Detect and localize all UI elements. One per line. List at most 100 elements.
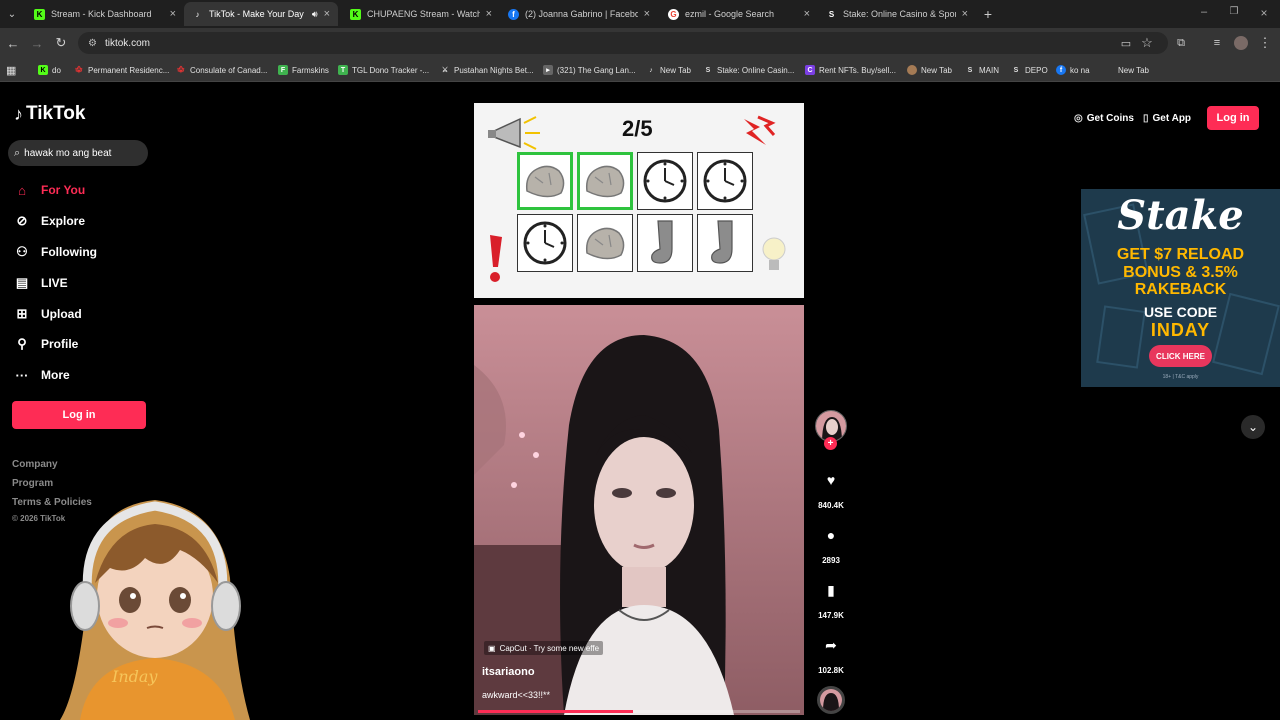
tab-tiktok[interactable]: ♪ TikTok - Make Your Day 🔊︎ × <box>184 2 338 26</box>
sock-icon <box>711 220 733 264</box>
apps-grid-icon[interactable]: ▦ <box>6 63 16 77</box>
close-icon[interactable]: × <box>170 8 176 20</box>
maximize-button[interactable]: ❐ <box>1226 6 1242 22</box>
bookmark-item[interactable]: 🍁︎ Consulate of Canad... <box>176 63 268 77</box>
next-video-chevron-down-icon[interactable]: ⌄ <box>1241 415 1265 439</box>
game-card-clock[interactable] <box>517 214 573 272</box>
speaker-icon[interactable]: 🔊︎ <box>312 9 318 20</box>
clock-icon <box>703 159 747 203</box>
game-card-rock[interactable] <box>517 152 573 210</box>
like-button[interactable]: ♥ 840.4K <box>815 465 847 510</box>
bookmark-item[interactable]: ⚔ Pustahan Nights Bet... <box>440 63 534 77</box>
ad-headline-2: BONUS & 3.5% <box>1123 264 1238 281</box>
close-icon[interactable]: × <box>324 8 330 20</box>
bookmark-star-icon[interactable]: ☆ <box>1138 34 1156 52</box>
bookmark-label: New Tab <box>660 65 691 75</box>
get-app-button[interactable]: ▯ Get App <box>1143 109 1191 127</box>
bookmark-item[interactable]: F Farmskins <box>278 63 329 77</box>
bookmark-item[interactable]: C Rent NFTs. Buy/sell... <box>805 63 896 77</box>
tiktok-logo[interactable]: ♪ TikTok <box>14 103 85 125</box>
tab-kick-dashboard[interactable]: K Stream - Kick Dashboard × <box>26 2 184 26</box>
nav-explore[interactable]: ⊘ Explore <box>14 211 85 231</box>
url-text: tiktok.com <box>104 37 150 49</box>
bookmark-item[interactable]: 🍁︎ Permanent Residenc... <box>74 63 170 77</box>
game-card-sock[interactable] <box>637 214 693 272</box>
site-info-icon[interactable]: ⚙ <box>88 38 97 49</box>
tab-google-search[interactable]: G ezmil - Google Search × <box>660 2 818 26</box>
share-count: 102.8K <box>818 666 844 675</box>
address-bar[interactable]: ⚙ tiktok.com <box>78 32 1168 54</box>
tab-stake[interactable]: S Stake: Online Casino & Sports × <box>818 2 976 26</box>
close-icon[interactable]: × <box>962 8 968 20</box>
exclamation-icon <box>490 235 502 282</box>
bookmark-label: Stake: Online Casin... <box>717 65 795 75</box>
music-disc-icon[interactable] <box>817 686 845 714</box>
nav-profile[interactable]: ⚲ Profile <box>14 334 78 354</box>
bookmark-item[interactable]: Kdo <box>38 63 61 77</box>
bookmark-item[interactable]: T TGL Dono Tracker -... <box>338 63 429 77</box>
share-button[interactable]: ➦ 102.8K <box>815 630 847 676</box>
tab-search-button[interactable]: ⌄ <box>4 6 20 22</box>
stake-icon: S <box>1013 66 1019 74</box>
browser-menu-icon[interactable]: ⋮ <box>1256 34 1274 52</box>
bookmark-item[interactable]: ♪ New Tab <box>646 63 691 77</box>
bookmark-item[interactable]: S Stake: Online Casin... <box>703 63 795 77</box>
game-card-rock[interactable] <box>577 214 633 272</box>
cast-icon[interactable]: ▭ <box>1117 34 1135 52</box>
tab-chupaeng-stream[interactable]: K CHUPAENG Stream - Watch Li × <box>342 2 500 26</box>
bookmark-item[interactable]: ▸ (321) The Gang Lan... <box>543 63 636 77</box>
follow-plus-button[interactable]: + <box>824 437 837 450</box>
game-card-clock[interactable] <box>637 152 693 210</box>
search-input[interactable]: ⌕ hawak mo ang beat <box>8 140 148 166</box>
video-author-username[interactable]: itsariaono <box>482 666 535 678</box>
bookmark-label: Pustahan Nights Bet... <box>454 65 534 75</box>
rock-icon <box>525 165 565 198</box>
window-close-button[interactable]: × <box>1256 6 1272 22</box>
ad-click-here-button[interactable]: CLICK HERE <box>1149 345 1212 367</box>
new-tab-button[interactable]: + <box>980 6 996 22</box>
rock-icon <box>585 227 625 260</box>
phone-icon: ▯ <box>1143 112 1149 124</box>
bookmark-item[interactable]: f ko na <box>1056 63 1090 77</box>
bookmark-item[interactable]: New Tab <box>907 63 952 77</box>
stake-icon: S <box>828 9 835 19</box>
profile-icon: ⚲ <box>17 336 27 351</box>
close-icon[interactable]: × <box>486 8 492 20</box>
footer-company-link[interactable]: Company <box>12 459 58 470</box>
media-controls-icon[interactable]: ≡ <box>1208 34 1226 52</box>
comment-button[interactable]: ● 2893 <box>815 520 847 565</box>
minimize-button[interactable]: – <box>1196 6 1212 22</box>
bookmark-item[interactable]: S DEPO <box>1011 63 1048 77</box>
get-coins-button[interactable]: ◎ Get Coins <box>1074 109 1134 127</box>
tab-facebook[interactable]: f (2) Joanna Gabrino | Facebook × <box>500 2 658 26</box>
bookmark-label: do <box>52 65 61 75</box>
back-arrow-icon[interactable]: ← <box>4 34 22 52</box>
save-button[interactable]: ▮ 147.9K <box>815 575 847 621</box>
close-icon[interactable]: × <box>804 8 810 20</box>
nav-upload[interactable]: ⊞ Upload <box>14 304 82 324</box>
nav-following[interactable]: ⚇ Following <box>14 242 97 262</box>
capcut-effect-label[interactable]: ▣ CapCut · Try some new effe <box>484 641 604 655</box>
profile-avatar-icon[interactable] <box>1232 34 1250 52</box>
video-progress-bar[interactable] <box>478 710 800 713</box>
search-value: hawak mo ang beat <box>24 147 112 159</box>
reload-icon[interactable]: ↻ <box>52 34 70 52</box>
close-icon[interactable]: × <box>644 8 650 20</box>
game-card-clock[interactable] <box>697 152 753 210</box>
stake-logo: Stake <box>1117 192 1244 239</box>
game-card-sock[interactable] <box>697 214 753 272</box>
nav-for-you[interactable]: ⌂ For You <box>14 180 85 200</box>
game-card-rock[interactable] <box>577 152 633 210</box>
login-top-button[interactable]: Log in <box>1207 106 1259 130</box>
browser-tab-bar: ⌄ K Stream - Kick Dashboard × ♪ TikTok -… <box>0 0 1280 28</box>
forward-arrow-icon[interactable]: → <box>28 34 46 52</box>
extensions-icon[interactable]: ⧉ <box>1172 34 1190 52</box>
rock-icon <box>585 165 625 198</box>
login-button[interactable]: Log in <box>12 401 146 429</box>
footer-program-link[interactable]: Program <box>12 478 53 489</box>
save-count: 147.9K <box>818 611 844 620</box>
nav-live[interactable]: ▤ LIVE <box>14 273 68 293</box>
bookmark-item[interactable]: S MAIN <box>965 63 999 77</box>
bookmark-item[interactable]: New Tab <box>1104 63 1149 77</box>
nav-more[interactable]: ··· More <box>14 365 70 385</box>
